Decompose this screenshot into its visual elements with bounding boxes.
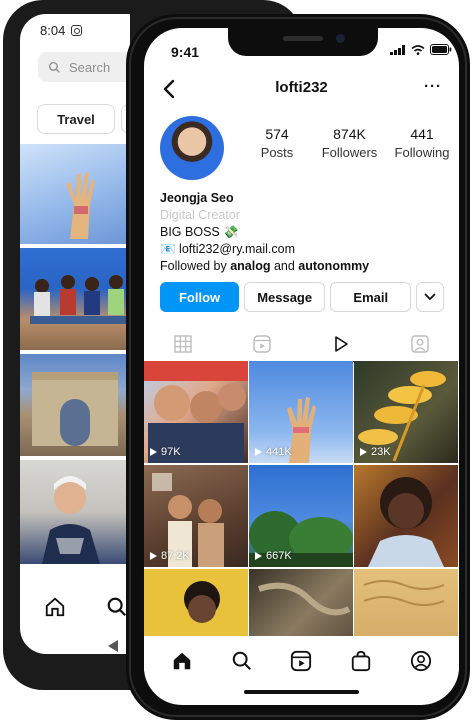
stat-label: Followers bbox=[321, 145, 378, 160]
explore-tile[interactable] bbox=[20, 460, 130, 564]
chevron-down-icon bbox=[424, 293, 436, 301]
avatar[interactable] bbox=[160, 116, 224, 180]
stat-label: Following bbox=[394, 145, 450, 160]
grid-item[interactable]: 441K bbox=[249, 361, 353, 463]
wifi-icon bbox=[411, 45, 425, 55]
grid-item[interactable]: 97K bbox=[144, 361, 248, 463]
profile-tabs bbox=[144, 326, 459, 362]
profile-name: Jeongja Seo bbox=[160, 191, 234, 205]
profile-stats: 574 Posts 874K Followers 441 Following bbox=[242, 126, 457, 160]
view-count-text: 23K bbox=[371, 446, 391, 458]
more-options-icon[interactable]: ··· bbox=[424, 78, 442, 95]
grid-item[interactable] bbox=[354, 465, 458, 567]
home-icon[interactable] bbox=[171, 650, 193, 672]
view-count-text: 87.2K bbox=[161, 550, 190, 562]
front-phone-screen: 9:41 lofti232 ··· 574 Posts 874K Followe… bbox=[144, 28, 459, 705]
explore-tile[interactable] bbox=[20, 144, 130, 244]
explore-tile[interactable] bbox=[20, 248, 130, 350]
group-photo-image bbox=[30, 275, 128, 324]
stat-posts[interactable]: 574 Posts bbox=[242, 126, 312, 160]
stat-value: 441 bbox=[410, 126, 434, 142]
grid-icon bbox=[174, 335, 193, 353]
status-time: 9:41 bbox=[171, 44, 200, 60]
email-button[interactable]: Email bbox=[330, 282, 412, 312]
view-count: 441K bbox=[255, 446, 292, 458]
view-count: 97K bbox=[150, 446, 181, 458]
stat-followers[interactable]: 874K Followers bbox=[315, 126, 385, 160]
grid-item[interactable]: 23K bbox=[354, 361, 458, 463]
view-count: 23K bbox=[360, 446, 391, 458]
stat-value: 574 bbox=[265, 126, 289, 142]
profile-bio: Jeongja Seo Digital Creator BIG BOSS 💸 📧… bbox=[160, 190, 450, 275]
home-icon[interactable] bbox=[44, 596, 66, 618]
play-icon bbox=[360, 447, 367, 456]
grid-item[interactable]: 87.2K bbox=[144, 465, 248, 567]
speaker bbox=[283, 36, 323, 41]
grid-item[interactable]: 667K bbox=[249, 465, 353, 567]
back-status-bar: 8:04 bbox=[40, 23, 83, 38]
search-placeholder: Search bbox=[69, 59, 111, 75]
back-status-time: 8:04 bbox=[40, 23, 66, 38]
tab-posts[interactable] bbox=[144, 326, 223, 362]
view-count-text: 667K bbox=[266, 550, 292, 562]
suggested-dropdown-button[interactable] bbox=[416, 282, 444, 312]
search-icon[interactable] bbox=[106, 596, 128, 618]
profile-username: lofti232 bbox=[275, 79, 328, 96]
tab-reels[interactable] bbox=[223, 326, 302, 362]
profile-actions: Follow Message Email bbox=[160, 282, 444, 312]
reels-icon bbox=[253, 335, 271, 353]
bottom-nav bbox=[144, 636, 459, 686]
reels-icon[interactable] bbox=[290, 650, 312, 672]
search-input[interactable]: Search bbox=[38, 52, 130, 82]
tab-tagged[interactable] bbox=[380, 326, 459, 362]
chip-label: Travel bbox=[57, 111, 95, 127]
home-indicator[interactable] bbox=[244, 690, 359, 694]
profile-header: lofti232 ··· bbox=[144, 78, 459, 102]
explore-tile[interactable] bbox=[20, 354, 130, 456]
camera bbox=[336, 34, 345, 43]
search-icon[interactable] bbox=[231, 650, 253, 672]
stat-following[interactable]: 441 Following bbox=[387, 126, 457, 160]
play-icon bbox=[150, 447, 157, 456]
arch-image bbox=[32, 372, 118, 446]
hand-image bbox=[66, 172, 95, 239]
play-icon bbox=[255, 551, 262, 560]
play-icon bbox=[150, 551, 157, 560]
back-phone-screen: 8:04 Search Travel bbox=[20, 14, 130, 654]
signal-icon bbox=[390, 45, 405, 55]
portrait-image bbox=[42, 476, 100, 564]
play-icon bbox=[335, 336, 348, 352]
shop-icon[interactable] bbox=[350, 650, 372, 672]
search-icon bbox=[48, 61, 60, 73]
android-back-icon[interactable] bbox=[108, 640, 118, 652]
bio-line: BIG BOSS 💸 bbox=[160, 225, 239, 239]
message-button[interactable]: Message bbox=[244, 282, 326, 312]
stat-label: Posts bbox=[260, 145, 294, 160]
followed-prefix: Followed by bbox=[160, 259, 231, 273]
followed-by[interactable]: Followed by analog and autonommy bbox=[160, 258, 450, 275]
back-bottom-nav bbox=[20, 589, 130, 625]
view-count-text: 97K bbox=[161, 446, 181, 458]
chip-travel[interactable]: Travel bbox=[37, 104, 115, 134]
followed-user-2[interactable]: autonommy bbox=[298, 259, 369, 273]
battery-icon bbox=[430, 44, 452, 55]
profile-icon[interactable] bbox=[410, 650, 432, 672]
play-icon bbox=[255, 447, 262, 456]
tagged-user-icon bbox=[410, 335, 429, 353]
view-count-text: 441K bbox=[266, 446, 292, 458]
bio-email-link[interactable]: 📧 lofti232@ry.mail.com bbox=[160, 241, 450, 258]
view-count: 667K bbox=[255, 550, 292, 562]
stat-value: 874K bbox=[333, 126, 366, 142]
view-count: 87.2K bbox=[150, 550, 190, 562]
profile-category: Digital Creator bbox=[160, 208, 240, 222]
followed-joiner: and bbox=[270, 259, 299, 273]
tab-videos[interactable] bbox=[302, 326, 381, 362]
follow-button[interactable]: Follow bbox=[160, 282, 240, 312]
notch bbox=[228, 28, 378, 56]
portrait-image bbox=[368, 477, 444, 567]
instagram-icon bbox=[71, 25, 83, 36]
followed-user-1[interactable]: analog bbox=[230, 259, 270, 273]
status-icons bbox=[390, 44, 452, 55]
